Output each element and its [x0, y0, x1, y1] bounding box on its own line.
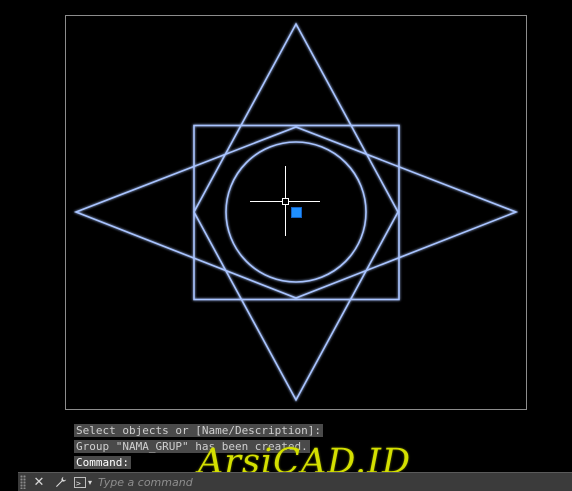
- drawing-canvas[interactable]: [0, 0, 572, 490]
- command-prompt-icon: >_: [74, 476, 86, 488]
- command-input[interactable]: [98, 475, 499, 489]
- command-line-bar: ✕ >_ ▾: [18, 472, 572, 491]
- command-prompt-button[interactable]: >_ ▾: [74, 476, 93, 488]
- chevron-down-icon: ▾: [88, 477, 93, 487]
- wrench-icon[interactable]: [52, 473, 70, 491]
- history-line: Select objects or [Name/Description]:: [74, 424, 324, 437]
- close-icon[interactable]: ✕: [30, 473, 48, 491]
- selection-grip[interactable]: [291, 207, 302, 218]
- crosshair-cursor: [250, 166, 320, 236]
- drag-handle[interactable]: [20, 475, 26, 489]
